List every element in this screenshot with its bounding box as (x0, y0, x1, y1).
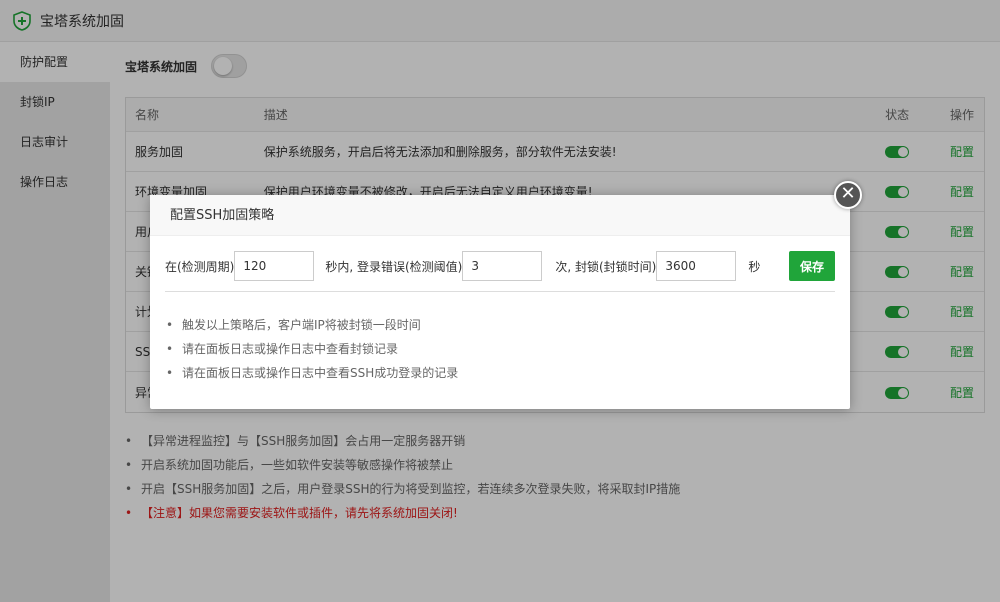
ban-time-input[interactable] (656, 251, 737, 281)
period-input[interactable] (234, 251, 315, 281)
threshold-input[interactable] (462, 251, 543, 281)
ban-label: 次, 封锁(封锁时间) (555, 259, 657, 274)
threshold-label: 秒内, 登录错误(检测阈值) (325, 259, 463, 274)
tip-item: 请在面板日志或操作日志中查看SSH成功登录的记录 (165, 361, 458, 385)
dialog-divider (165, 291, 835, 292)
dialog-tips: 触发以上策略后，客户端IP将被封锁一段时间 请在面板日志或操作日志中查看封锁记录… (165, 313, 458, 385)
tip-item: 请在面板日志或操作日志中查看封锁记录 (165, 337, 458, 361)
ssh-policy-dialog: 配置SSH加固策略 ✕ 在(检测周期) 秒内, 登录错误(检测阈值) 次, 封锁… (150, 181, 862, 409)
policy-form-row: 在(检测周期) 秒内, 登录错误(检测阈值) 次, 封锁(封锁时间) 秒 (165, 250, 835, 282)
unit-label: 秒 (748, 259, 761, 274)
close-icon[interactable]: ✕ (834, 181, 862, 209)
tip-item: 触发以上策略后，客户端IP将被封锁一段时间 (165, 313, 458, 337)
save-button[interactable]: 保存 (789, 251, 835, 281)
period-label: 在(检测周期) (165, 259, 235, 274)
dialog-title: 配置SSH加固策略 (150, 195, 850, 236)
